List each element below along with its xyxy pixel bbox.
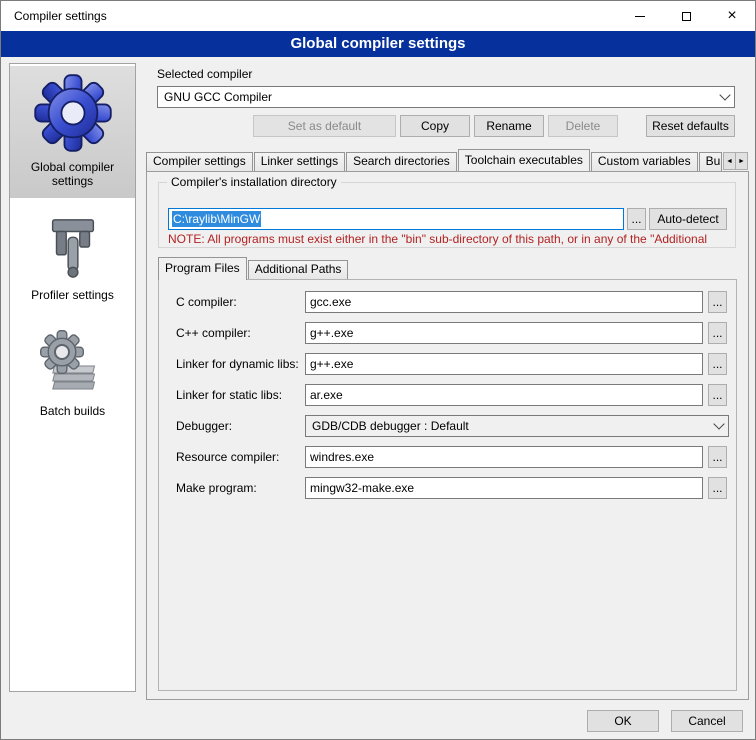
settings-sidebar: Global compiler settings Profiler settin… — [9, 63, 136, 692]
close-icon: × — [727, 8, 736, 24]
arrow-left-icon: ◄ — [726, 158, 733, 165]
program-files-tabstrip: Program Files Additional Paths — [158, 258, 349, 279]
cancel-button[interactable]: Cancel — [671, 710, 743, 732]
c-compiler-label: C compiler: — [176, 291, 237, 313]
set-as-default-button: Set as default — [253, 115, 396, 137]
tab-label: Linker settings — [261, 154, 338, 168]
form-row-linker-static: Linker for static libs: ... — [159, 384, 736, 406]
resource-compiler-input[interactable] — [305, 446, 703, 468]
compiler-settings-window: Compiler settings × Global compiler sett… — [0, 0, 756, 740]
resource-compiler-label: Resource compiler: — [176, 446, 279, 468]
rename-button[interactable]: Rename — [474, 115, 544, 137]
program-files-panel: C compiler: ... C++ compiler: ... Linker… — [158, 279, 737, 691]
auto-detect-button[interactable]: Auto-detect — [649, 208, 727, 230]
sidebar-item-global-compiler-settings[interactable]: Global compiler settings — [10, 66, 135, 198]
sidebar-item-batch-builds[interactable]: Batch builds — [10, 322, 135, 428]
form-row-make-program: Make program: ... — [159, 477, 736, 499]
debugger-label: Debugger: — [176, 415, 232, 437]
tab-label: Buil — [706, 154, 722, 168]
arrow-right-icon: ► — [738, 158, 745, 165]
chevron-down-icon — [710, 417, 727, 435]
copy-button[interactable]: Copy — [400, 115, 470, 137]
selected-compiler-label: Selected compiler — [157, 67, 252, 81]
tab-toolchain-executables[interactable]: Toolchain executables — [458, 149, 590, 171]
batch-builds-icon — [40, 330, 106, 396]
resource-compiler-browse-button[interactable]: ... — [708, 446, 727, 468]
debugger-select[interactable]: GDB/CDB debugger : Default — [305, 415, 729, 437]
form-row-cpp-compiler: C++ compiler: ... — [159, 322, 736, 344]
subtab-additional-paths[interactable]: Additional Paths — [248, 260, 349, 279]
sidebar-item-label: Batch builds — [36, 404, 109, 418]
chevron-down-icon — [716, 88, 733, 106]
delete-button: Delete — [548, 115, 618, 137]
make-program-browse-button[interactable]: ... — [708, 477, 727, 499]
linker-dynamic-label: Linker for dynamic libs: — [176, 353, 299, 375]
debugger-select-value: GDB/CDB debugger : Default — [312, 419, 469, 433]
gear-icon — [34, 74, 112, 152]
installation-directory-value: C:\raylib\MinGW — [172, 211, 261, 227]
page-title: Global compiler settings — [1, 31, 755, 57]
linker-dynamic-input[interactable] — [305, 353, 703, 375]
installation-directory-group-title: Compiler's installation directory — [167, 175, 341, 189]
form-row-linker-dynamic: Linker for dynamic libs: ... — [159, 353, 736, 375]
cpp-compiler-browse-button[interactable]: ... — [708, 322, 727, 344]
subtab-program-files[interactable]: Program Files — [158, 257, 247, 280]
bin-subdirectory-note: NOTE: All programs must exist either in … — [168, 233, 734, 246]
linker-static-browse-button[interactable]: ... — [708, 384, 727, 406]
make-program-label: Make program: — [176, 477, 257, 499]
tab-label: Toolchain executables — [465, 153, 583, 167]
form-row-c-compiler: C compiler: ... — [159, 291, 736, 313]
reset-defaults-button[interactable]: Reset defaults — [646, 115, 735, 137]
window-title: Compiler settings — [1, 9, 107, 23]
minimize-button[interactable] — [617, 1, 663, 31]
profiler-icon — [44, 216, 102, 280]
tab-build-options[interactable]: Buil — [699, 152, 722, 171]
compiler-select-value: GNU GCC Compiler — [164, 90, 272, 104]
tab-scroll-buttons: ◄ ► — [723, 152, 748, 170]
cpp-compiler-input[interactable] — [305, 322, 703, 344]
tab-label: Search directories — [353, 154, 450, 168]
installation-directory-group: Compiler's installation directory C:\ray… — [158, 182, 736, 248]
installation-directory-input[interactable]: C:\raylib\MinGW — [168, 208, 624, 230]
tab-custom-variables[interactable]: Custom variables — [591, 152, 698, 171]
form-row-resource-compiler: Resource compiler: ... — [159, 446, 736, 468]
linker-static-input[interactable] — [305, 384, 703, 406]
maximize-icon — [682, 12, 691, 21]
tab-compiler-settings[interactable]: Compiler settings — [146, 152, 253, 171]
c-compiler-browse-button[interactable]: ... — [708, 291, 727, 313]
tab-scroll-right-button[interactable]: ► — [735, 152, 748, 170]
tab-label: Program Files — [165, 261, 240, 275]
ok-button[interactable]: OK — [587, 710, 659, 732]
cpp-compiler-label: C++ compiler: — [176, 322, 251, 344]
title-bar: Compiler settings × — [1, 1, 755, 31]
linker-static-label: Linker for static libs: — [176, 384, 282, 406]
make-program-input[interactable] — [305, 477, 703, 499]
sidebar-item-label: Global compiler settings — [12, 160, 133, 188]
close-button[interactable]: × — [709, 1, 755, 31]
c-compiler-input[interactable] — [305, 291, 703, 313]
tab-label: Additional Paths — [255, 262, 342, 276]
form-row-debugger: Debugger: GDB/CDB debugger : Default — [159, 415, 736, 437]
tab-search-directories[interactable]: Search directories — [346, 152, 457, 171]
caption-buttons: × — [617, 1, 755, 31]
installation-directory-browse-button[interactable]: ... — [627, 208, 646, 230]
maximize-button[interactable] — [663, 1, 709, 31]
settings-tabstrip: Compiler settings Linker settings Search… — [146, 149, 723, 171]
sidebar-item-profiler-settings[interactable]: Profiler settings — [10, 208, 135, 312]
linker-dynamic-browse-button[interactable]: ... — [708, 353, 727, 375]
tab-label: Custom variables — [598, 154, 691, 168]
tab-label: Compiler settings — [153, 154, 246, 168]
minimize-icon — [635, 16, 645, 17]
sidebar-item-label: Profiler settings — [27, 288, 118, 302]
compiler-select[interactable]: GNU GCC Compiler — [157, 86, 735, 108]
tab-linker-settings[interactable]: Linker settings — [254, 152, 345, 171]
